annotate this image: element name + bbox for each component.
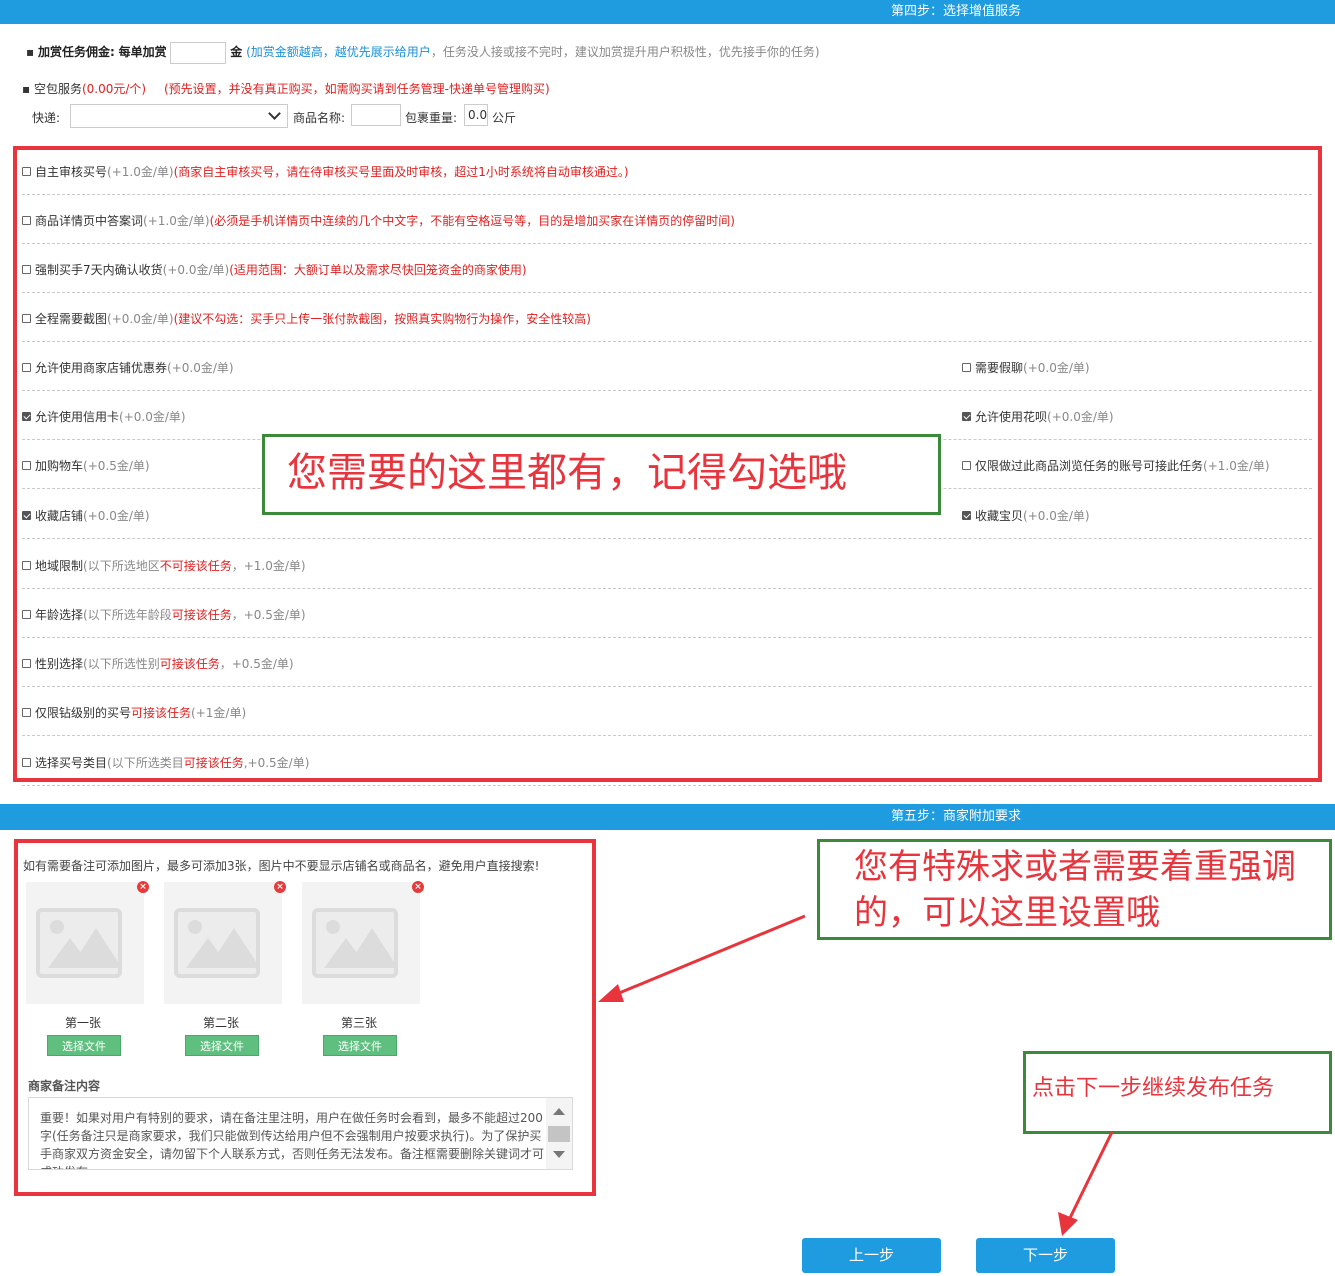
- arrow-head-icon: [1058, 1212, 1078, 1236]
- prev-step-button[interactable]: 上一步: [802, 1238, 941, 1273]
- annotation-arrows: [598, 914, 1114, 1236]
- arrow-head-icon: [598, 984, 624, 1002]
- arrow-line-icon: [1066, 1131, 1114, 1223]
- arrow-line-icon: [611, 914, 806, 998]
- next-step-button[interactable]: 下一步: [976, 1238, 1115, 1273]
